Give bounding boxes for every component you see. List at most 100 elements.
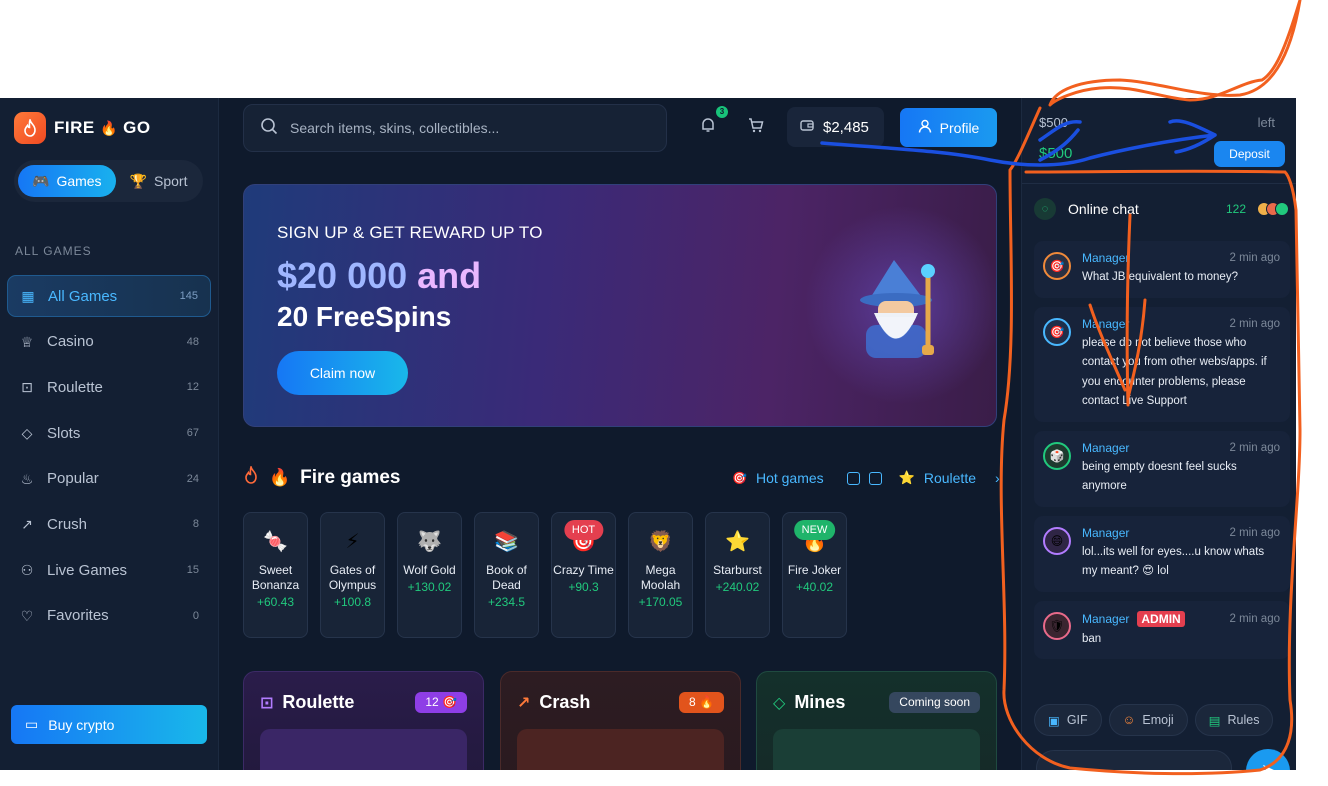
message-author[interactable]: Manager bbox=[1082, 526, 1129, 540]
online-count: 122 bbox=[1225, 202, 1246, 216]
game-value: +40.02 bbox=[795, 580, 834, 594]
avatar[interactable]: 😄 bbox=[1043, 526, 1071, 555]
category-title: ↗ Crash bbox=[517, 692, 591, 712]
game-icon: ⭐ bbox=[725, 531, 750, 553]
claim-now-button[interactable]: Claim now bbox=[277, 351, 408, 395]
deposit-button[interactable]: Deposit bbox=[1214, 141, 1285, 167]
message-time: 2 min ago bbox=[1229, 317, 1280, 330]
sidebar-item-count: 48 bbox=[186, 335, 199, 348]
next-page-icon[interactable] bbox=[868, 471, 882, 485]
sidebar-item-all-games[interactable]: ▦ All Games 145 bbox=[7, 275, 211, 317]
sidebar-item-label: Favorites bbox=[47, 607, 109, 625]
mines-category-card[interactable]: ◇ Mines Coming soon bbox=[756, 671, 997, 770]
game-icon: 📚 bbox=[494, 531, 519, 553]
profile-label: Profile bbox=[939, 119, 980, 136]
wallet-balance-primary: $500 bbox=[1039, 115, 1068, 130]
message-author[interactable]: Manager bbox=[1082, 251, 1129, 265]
right-panel: $500 $500 left Deposit ◌ Online chat 122… bbox=[1021, 98, 1296, 770]
avatar[interactable]: 🎯 bbox=[1043, 317, 1071, 346]
gif-button[interactable]: ▣ GIF bbox=[1034, 704, 1102, 736]
wallet-balance[interactable]: $2,485 bbox=[787, 107, 884, 147]
game-name: Starburst bbox=[713, 563, 762, 577]
buy-crypto-label: Buy crypto bbox=[48, 716, 115, 733]
game-icon: 🦁 bbox=[648, 531, 673, 553]
chat-message: 🎲 Manager 2 min ago being empty doesnt feel… bbox=[1034, 430, 1290, 507]
wallet-balance-secondary: $500 bbox=[1039, 145, 1073, 162]
message-time: 2 min ago bbox=[1229, 441, 1280, 454]
sport-mode-button[interactable]: 🏆 Sport bbox=[116, 165, 202, 197]
wallet-panel: $500 $500 left Deposit bbox=[1022, 98, 1296, 184]
game-card[interactable]: ⭐ Starburst +240.02 bbox=[705, 512, 770, 638]
roulette-link[interactable]: Roulette bbox=[924, 470, 976, 486]
sidebar-item-count: 24 bbox=[186, 472, 199, 485]
fire-games-list: 🍬 Sweet Bonanza +60.43 ⚡ Gates of Olympus +10… bbox=[243, 512, 847, 638]
users-icon: ⚇ bbox=[20, 562, 34, 579]
rules-button[interactable]: ▤ Rules bbox=[1194, 704, 1274, 736]
games-mode-button[interactable]: 🎮 Games bbox=[18, 165, 116, 197]
diamond-icon: ◇ bbox=[773, 694, 786, 712]
prev-icon[interactable] bbox=[846, 471, 860, 485]
target-icon: 🎯 bbox=[732, 471, 747, 485]
profile-button[interactable]: Profile bbox=[900, 108, 997, 147]
sidebar-item-crush[interactable]: ↗ Crush 8 bbox=[7, 503, 211, 545]
send-icon[interactable]: ➤ bbox=[1246, 749, 1290, 770]
chevron-right-icon[interactable]: › bbox=[995, 470, 1000, 486]
online-avatars bbox=[1257, 202, 1289, 216]
hot-games-link[interactable]: Hot games bbox=[756, 470, 824, 486]
game-card[interactable]: ⚡ Gates of Olympus +100.8 bbox=[320, 512, 385, 638]
diamond-icon: ◇ bbox=[21, 425, 33, 442]
heart-icon: ♡ bbox=[20, 607, 34, 624]
sidebar-item-label: Popular bbox=[47, 470, 99, 488]
flame-logo-icon bbox=[14, 112, 46, 144]
sidebar-item-casino[interactable]: ♕ Casino 48 bbox=[7, 321, 211, 363]
sidebar-item-popular[interactable]: ♨ Popular 24 bbox=[7, 458, 211, 500]
avatar[interactable]: 🛡 bbox=[1043, 611, 1071, 640]
bell-icon[interactable] bbox=[696, 116, 720, 140]
crash-category-card[interactable]: ↗ Crash 8 🔥 bbox=[500, 671, 741, 770]
game-value: +240.02 bbox=[715, 580, 760, 594]
message-time: 2 min ago bbox=[1229, 612, 1280, 625]
category-badge: 8 🔥 bbox=[679, 692, 724, 713]
category-title: ⊡ Roulette bbox=[260, 692, 355, 712]
avatar bbox=[1275, 202, 1289, 216]
game-card[interactable]: 🍬 Sweet Bonanza +60.43 bbox=[243, 512, 308, 638]
game-name: Book of Dead bbox=[486, 563, 527, 592]
game-card[interactable]: NEW 🔥 Fire Joker +40.02 bbox=[782, 512, 847, 638]
banner-amount: $20 000 and bbox=[277, 255, 482, 296]
sidebar-item-count: 145 bbox=[179, 290, 198, 302]
game-card[interactable]: 🦁 Mega Moolah +170.05 bbox=[628, 512, 693, 638]
game-card[interactable]: 📚 Book of Dead +234.5 bbox=[474, 512, 539, 638]
sidebar: FIRE 🔥 GO 🎮 Games 🏆 Sport ALL GAMES ▦ Al… bbox=[0, 98, 219, 770]
search-input[interactable] bbox=[290, 120, 630, 136]
fire-games-links: 🎯 Hot games ⭐ Roulette › bbox=[732, 470, 1000, 486]
buy-crypto-button[interactable]: ▭ Buy crypto bbox=[11, 705, 207, 744]
avatar[interactable]: 🎲 bbox=[1043, 441, 1071, 470]
games-mode-label: Games bbox=[56, 173, 102, 189]
chat-message: 🎯 Manager 2 min ago please do not believe t… bbox=[1034, 306, 1290, 422]
message-author[interactable]: Manager bbox=[1082, 317, 1129, 331]
sidebar-item-roulette[interactable]: ⊡ Roulette 12 bbox=[7, 366, 211, 408]
card-icon: ▭ bbox=[25, 716, 39, 732]
hot-badge: HOT bbox=[563, 520, 604, 540]
chat-message-input[interactable] bbox=[1036, 750, 1232, 770]
logo[interactable]: FIRE 🔥 GO bbox=[14, 112, 151, 144]
cart-icon[interactable] bbox=[744, 116, 768, 140]
roulette-icon: ⊡ bbox=[260, 694, 274, 712]
game-name: Crazy Time bbox=[553, 563, 614, 577]
emoji-button[interactable]: ☺ Emoji bbox=[1108, 704, 1188, 736]
game-card[interactable]: 🐺 Wolf Gold +130.02 bbox=[397, 512, 462, 638]
game-card[interactable]: HOT 🎯 Crazy Time +90.3 bbox=[551, 512, 616, 638]
chat-bubble-icon: ◌ bbox=[1034, 198, 1056, 220]
sidebar-item-live-games[interactable]: ⚇ Live Games 15 bbox=[7, 549, 211, 591]
sidebar-item-favorites[interactable]: ♡ Favorites 0 bbox=[7, 595, 211, 637]
category-preview bbox=[773, 729, 980, 770]
message-text: lol...its well for eyes....u know whats … bbox=[1082, 545, 1265, 578]
roulette-category-card[interactable]: ⊡ Roulette 12 🎯 bbox=[243, 671, 484, 770]
chat-message: 🎯 Manager 2 min ago What JB equivalent to m… bbox=[1034, 241, 1290, 298]
avatar[interactable]: 🎯 bbox=[1043, 252, 1071, 280]
sidebar-nav: ▦ All Games 145 ♕ Casino 48 ⊡ Roulette 1… bbox=[7, 275, 211, 641]
document-icon: ▤ bbox=[1208, 713, 1221, 728]
sidebar-item-slots[interactable]: ◇ Slots 67 bbox=[7, 412, 211, 454]
message-author[interactable]: Manager bbox=[1082, 441, 1129, 455]
message-author[interactable]: Manager bbox=[1082, 612, 1129, 626]
